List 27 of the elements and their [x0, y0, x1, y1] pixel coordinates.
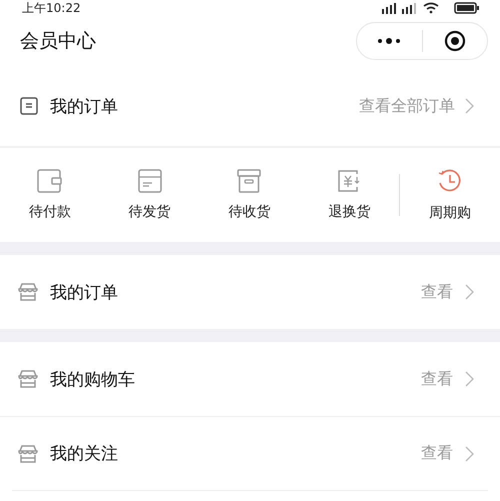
- clock-cycle-icon: [437, 168, 464, 194]
- chevron-icon: [465, 446, 474, 462]
- chevron-icon: [465, 98, 474, 114]
- section-title: 我的订单: [50, 96, 119, 118]
- chevron-icon: [465, 284, 474, 300]
- wallet-icon: [36, 169, 63, 193]
- floppy-icon: [138, 169, 162, 193]
- store-icon: [18, 283, 38, 301]
- menu-row[interactable]: 我的购物车 查看: [0, 342, 500, 416]
- store-icon: [18, 444, 38, 462]
- refund-icon: [337, 169, 362, 193]
- chevron-icon: [465, 371, 474, 387]
- order-status-button[interactable]: 待发货: [100, 169, 200, 221]
- target-icon: [444, 30, 466, 52]
- menu-row[interactable]: 我的关注 查看: [0, 416, 500, 490]
- page-title: 会员中心: [20, 29, 97, 54]
- store-icon: [18, 370, 38, 388]
- archive-icon: [237, 169, 262, 193]
- menu-row[interactable]: 我的订单 查看: [0, 255, 500, 329]
- order-status-button[interactable]: 待付款: [0, 169, 100, 221]
- order-status-button[interactable]: 周期购: [400, 168, 500, 222]
- more-icon: [377, 37, 402, 45]
- status-time: 上午10:22: [22, 0, 82, 16]
- document-icon: [20, 97, 38, 115]
- order-status-button[interactable]: 待收货: [200, 169, 300, 221]
- order-status-button[interactable]: 退换货: [299, 169, 400, 221]
- battery-icon: [454, 2, 480, 14]
